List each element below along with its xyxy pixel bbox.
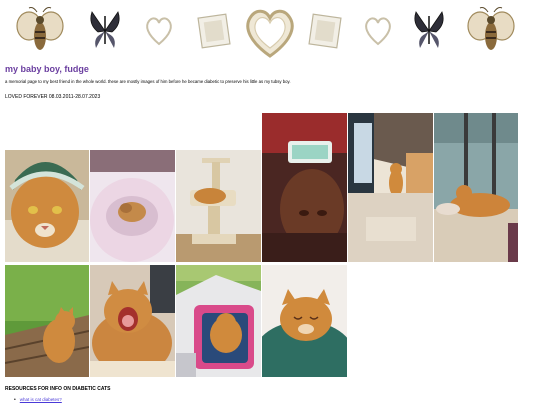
butterfly-icon — [414, 4, 444, 58]
list-item: what is cat diabetes? — [14, 397, 62, 403]
cat-with-knit-hat-photo[interactable] — [5, 150, 89, 262]
cat-sleeping-green-blanket-photo[interactable] — [262, 265, 347, 377]
bee-icon — [466, 4, 516, 58]
cat-in-pink-bed-photo[interactable] — [90, 150, 175, 262]
cat-on-bench-grass-photo[interactable] — [5, 265, 89, 377]
cat-in-red-light-photo[interactable] — [262, 113, 347, 262]
cat-in-carrier-photo[interactable] — [176, 265, 261, 377]
heart-icon — [362, 4, 394, 58]
cat-by-window-photo[interactable] — [434, 113, 518, 262]
cat-yawning-photo[interactable] — [90, 265, 175, 377]
photo-frame-icon — [196, 4, 234, 58]
butterfly-icon — [90, 4, 120, 58]
heart-frame-icon — [244, 4, 296, 60]
photo-frame-icon — [305, 4, 343, 58]
resources-list: what is cat diabetes? — [14, 397, 62, 403]
cat-on-scratching-tower-photo[interactable] — [176, 150, 261, 262]
cat-diabetes-link[interactable]: what is cat diabetes? — [20, 397, 62, 402]
bee-icon — [15, 4, 65, 58]
page-title: my baby boy, fudge — [5, 64, 89, 74]
heart-icon — [143, 4, 175, 58]
page-subtitle: a memorial page to my best friend in the… — [5, 79, 291, 84]
resources-heading: RESOURCES FOR INFO ON DIABETIC CATS — [5, 386, 111, 392]
cat-on-floor-with-bags-photo[interactable] — [348, 113, 433, 262]
loved-forever-dates: LOVED FOREVER 08.03.2011-28.07.2023 — [5, 94, 101, 100]
decorative-banner — [0, 0, 540, 62]
